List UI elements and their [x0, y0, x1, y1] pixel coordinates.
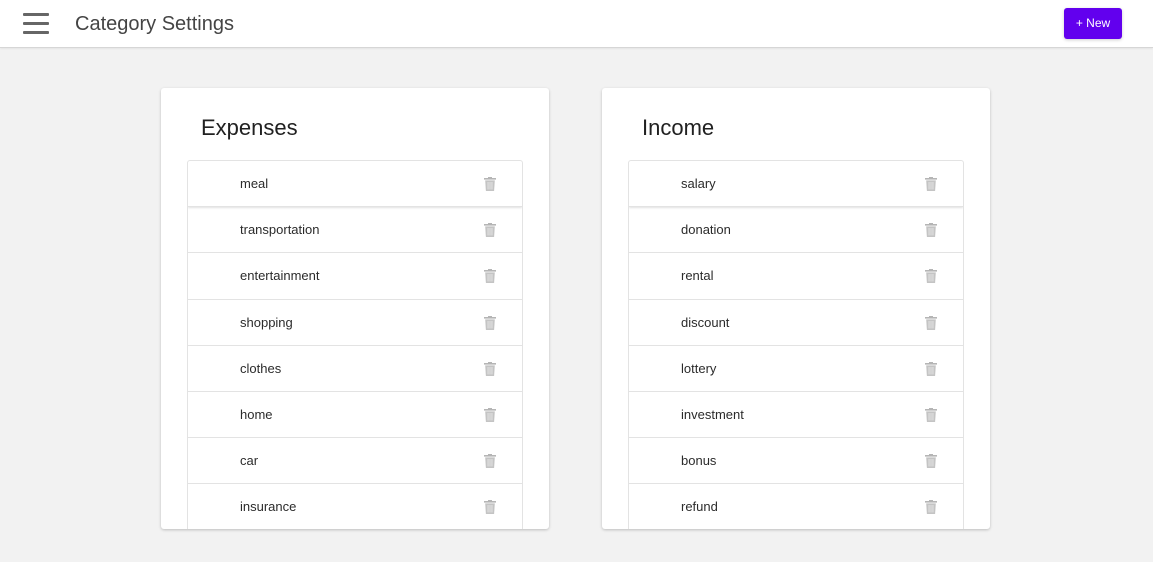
new-category-button[interactable]: + New [1064, 8, 1122, 39]
category-label: investment [681, 406, 744, 422]
category-label: donation [681, 222, 731, 238]
income-list: salary donation rental discount lottery inves… [628, 160, 964, 529]
trash-icon[interactable] [484, 361, 496, 376]
expenses-card: Expenses meal transportation entertainment… [161, 88, 549, 529]
expenses-title: Expenses [201, 115, 298, 140]
category-label: insurance [240, 499, 297, 515]
category-label: shopping [240, 314, 293, 330]
trash-icon[interactable] [925, 500, 937, 515]
trash-icon[interactable] [925, 315, 937, 330]
income-list-item[interactable]: bonus [629, 438, 963, 485]
category-label: transportation [240, 222, 320, 238]
category-label: lottery [681, 360, 717, 376]
trash-icon[interactable] [484, 315, 496, 330]
income-list-item[interactable]: donation [629, 207, 963, 254]
income-list-item[interactable]: investment [629, 392, 963, 439]
expenses-list-item[interactable]: meal [188, 161, 522, 208]
trash-icon[interactable] [925, 223, 937, 238]
income-card: Income salary donation rental discount lotte… [602, 88, 990, 529]
category-label: salary [681, 176, 716, 191]
expenses-list-item[interactable]: transportation [188, 207, 522, 254]
category-label: rental [681, 268, 714, 284]
trash-icon[interactable] [925, 454, 937, 469]
category-label: car [240, 453, 259, 469]
expenses-list-item[interactable]: insurance [188, 484, 522, 529]
category-label: discount [681, 314, 730, 330]
app-bar: Category Settings + New [0, 0, 1153, 48]
hamburger-menu-icon[interactable] [22, 12, 50, 36]
expenses-list-item[interactable]: entertainment [188, 253, 522, 300]
income-list-item[interactable]: discount [629, 300, 963, 346]
page-title: Category Settings [75, 13, 234, 35]
trash-icon[interactable] [484, 269, 496, 284]
category-label: entertainment [240, 268, 320, 284]
income-list-item[interactable]: salary [629, 161, 963, 208]
expenses-list: meal transportation entertainment shopping c… [187, 160, 523, 529]
trash-icon[interactable] [484, 177, 496, 191]
trash-icon[interactable] [925, 269, 937, 284]
category-label: bonus [681, 453, 717, 469]
trash-icon[interactable] [925, 361, 937, 376]
expenses-list-item[interactable]: shopping [188, 300, 522, 346]
income-list-item[interactable]: refund [629, 484, 963, 529]
income-list-item[interactable]: rental [629, 253, 963, 300]
category-label: refund [681, 499, 718, 515]
category-label: meal [240, 176, 269, 191]
trash-icon[interactable] [925, 407, 937, 422]
trash-icon[interactable] [484, 500, 496, 515]
expenses-list-item[interactable]: car [188, 438, 522, 485]
trash-icon[interactable] [484, 223, 496, 238]
category-label: clothes [240, 360, 282, 376]
income-list-item[interactable]: lottery [629, 346, 963, 392]
expenses-list-item[interactable]: home [188, 392, 522, 439]
income-title: Income [642, 115, 715, 140]
trash-icon[interactable] [484, 454, 496, 469]
trash-icon[interactable] [484, 407, 496, 422]
trash-icon[interactable] [925, 177, 937, 191]
category-label: home [240, 406, 273, 422]
expenses-list-item[interactable]: clothes [188, 346, 522, 392]
